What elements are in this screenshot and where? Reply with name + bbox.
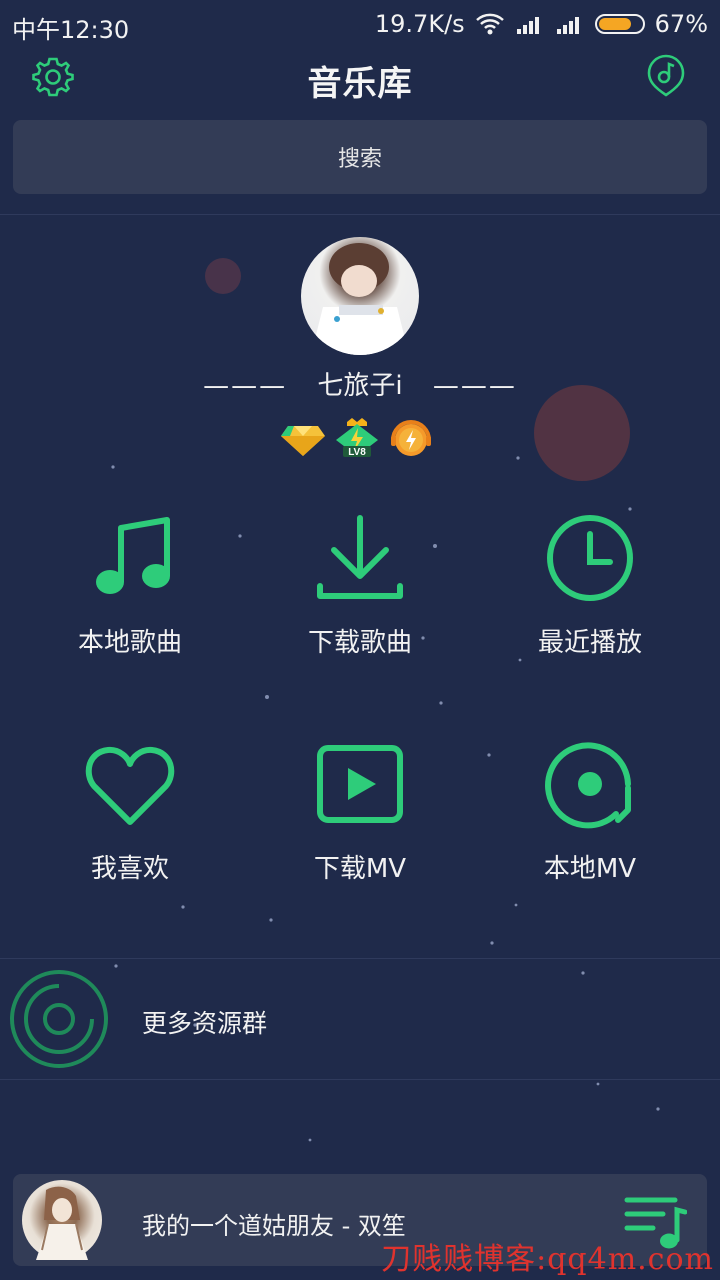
more-resources-row[interactable]: 更多资源群 [0,960,720,1078]
signal-icon-2 [556,17,579,34]
username: 七旅子i [317,371,403,401]
battery-level [598,18,631,30]
battery-icon [594,14,645,34]
speed-badge-icon[interactable] [388,416,434,460]
battery-percent: 67% [654,10,708,38]
page-title: 音乐库 [307,64,413,104]
grid-item-download-mv[interactable]: 下载MV [245,738,475,885]
diamond-badge-icon[interactable] [280,416,326,460]
grid-item-download-songs[interactable]: 下载歌曲 [245,512,475,659]
wifi-icon [475,13,504,35]
avatar[interactable] [301,237,419,355]
status-time: 中午12:30 [12,16,130,44]
local-mv-icon [545,742,631,829]
heart-icon [85,746,175,825]
grid-label-recent-play: 最近播放 [537,628,642,658]
watermark-text: 刀贱贱博客:qq4m.com [381,1242,714,1277]
disc-icon [10,970,108,1068]
divider [0,1079,720,1080]
status-indicators: 19.7K/s 67% [375,10,708,38]
avatar-image [311,243,409,355]
signal-icon [516,17,539,34]
grid-item-recent-play[interactable]: 最近播放 [475,512,705,659]
grid-item-local-mv[interactable]: 本地MV [475,738,705,885]
grid-label-download-mv: 下载MV [313,854,407,884]
grid-label-local-mv: 本地MV [543,854,637,884]
player-cover-art[interactable] [22,1180,102,1260]
divider [0,958,720,959]
badge-row: LV8 [280,416,434,460]
download-icon [317,515,403,599]
more-resources-label: 更多资源群 [142,1009,268,1038]
music-shield-icon[interactable] [646,54,686,98]
clock-icon [547,515,633,601]
username-row: ——— 七旅子i ——— [0,365,720,402]
dash-right: ——— [432,371,517,401]
level-badge-icon[interactable]: LV8 [334,416,380,460]
cover-image [36,1186,88,1260]
search-bar[interactable]: 搜索 [13,120,707,194]
grid-label-favorites: 我喜欢 [90,854,169,884]
grid-item-local-songs[interactable]: 本地歌曲 [15,512,245,659]
video-icon [317,745,403,823]
grid-item-favorites[interactable]: 我喜欢 [15,738,245,885]
divider [0,214,720,215]
network-speed: 19.7K/s [374,10,465,38]
now-playing-title: 我的一个道姑朋友 - 双笙 [142,1212,406,1240]
music-note-icon [96,517,170,594]
header: 音乐库 [0,48,720,108]
level-text: LV8 [348,447,366,458]
search-label: 搜索 [337,147,382,172]
grid-label-local-songs: 本地歌曲 [77,628,182,658]
status-bar: 中午12:30 19.7K/s 67% [0,0,720,50]
dash-left: ——— [203,371,288,401]
grid-label-download-songs: 下载歌曲 [307,628,412,658]
